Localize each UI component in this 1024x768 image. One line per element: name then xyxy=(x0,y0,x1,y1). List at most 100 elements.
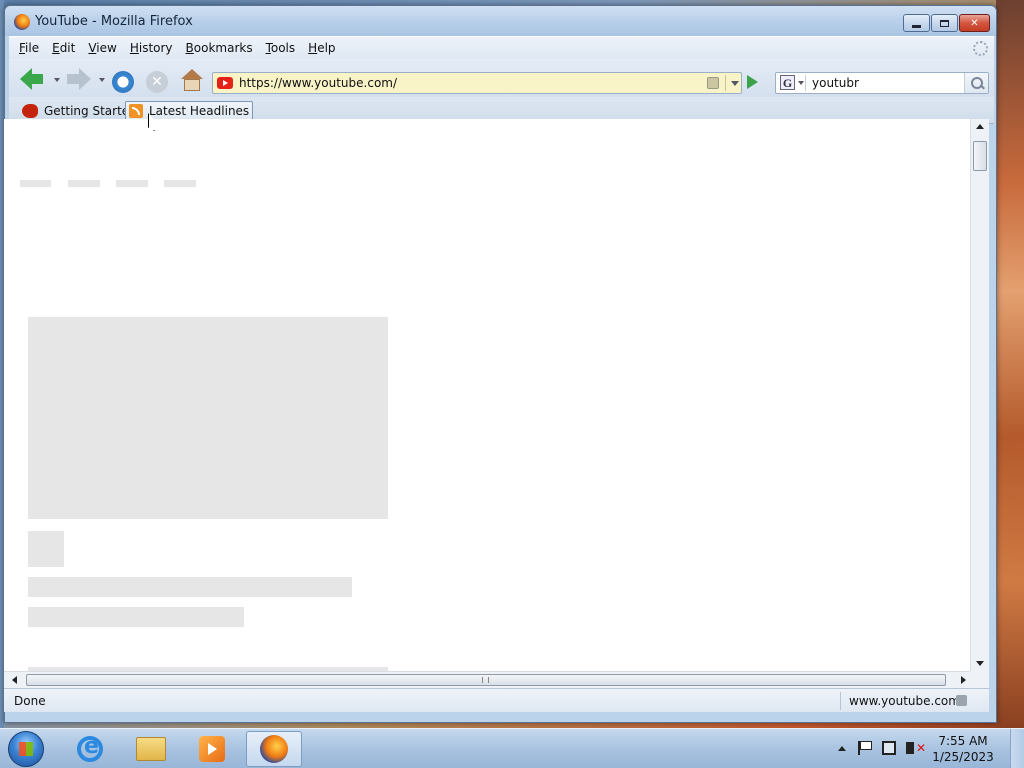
menu-bar: File Edit View History Bookmarks Tools H… xyxy=(9,36,994,59)
search-box[interactable]: G youtubr xyxy=(775,72,989,94)
menu-bookmarks-label: ookmarks xyxy=(193,41,253,55)
padlock-icon[interactable] xyxy=(956,695,967,706)
volume-icon[interactable] xyxy=(906,742,914,754)
grip-icon xyxy=(482,677,489,683)
menu-history-accel: H xyxy=(129,41,139,55)
throbber-icon xyxy=(973,41,988,56)
menu-tools[interactable]: Tools xyxy=(266,41,296,55)
go-button[interactable] xyxy=(747,75,758,89)
taskbar-internet-explorer[interactable] xyxy=(62,731,118,767)
menu-view[interactable]: View xyxy=(88,41,116,55)
stop-icon: ✕ xyxy=(151,74,163,90)
show-hidden-icons[interactable] xyxy=(838,746,846,751)
bookmark-getting-started[interactable]: Getting Started xyxy=(19,101,140,121)
vertical-scrollbar[interactable] xyxy=(970,119,989,671)
close-button[interactable]: ✕ xyxy=(959,14,990,32)
clock[interactable]: 7:55 AM 1/25/2023 xyxy=(930,733,996,765)
skeleton-meta-line xyxy=(28,607,244,627)
windows-media-player-icon xyxy=(199,736,225,762)
navigation-toolbar: ✕ https://www.youtube.com/ G youtubr xyxy=(9,59,994,97)
menu-edit[interactable]: Edit xyxy=(52,41,75,55)
menu-bookmarks-accel: B xyxy=(185,41,194,55)
scroll-down-icon[interactable] xyxy=(976,661,984,666)
url-input[interactable]: https://www.youtube.com/ xyxy=(239,76,397,90)
forward-arrow-icon xyxy=(79,68,91,90)
menu-view-label: iew xyxy=(96,41,117,55)
back-button[interactable] xyxy=(19,68,45,90)
bookmark-label: Getting Started xyxy=(44,104,137,118)
skeleton-nav-item xyxy=(20,180,51,187)
vertical-scroll-thumb[interactable] xyxy=(973,141,987,171)
show-desktop-button[interactable] xyxy=(1010,729,1024,768)
scroll-left-icon[interactable] xyxy=(12,676,17,684)
menu-edit-label: dit xyxy=(59,41,76,55)
minimize-icon xyxy=(912,24,921,28)
stop-button[interactable]: ✕ xyxy=(146,71,168,93)
action-center-flag-icon[interactable] xyxy=(858,741,872,755)
skeleton-nav-item xyxy=(164,180,196,187)
window-title: YouTube - Mozilla Firefox xyxy=(35,14,193,29)
menu-history-label: istory xyxy=(138,41,173,55)
search-engine-selector[interactable]: G xyxy=(778,75,806,91)
skeleton-nav-item xyxy=(116,180,148,187)
system-tray: ✕ 7:55 AM 1/25/2023 xyxy=(834,729,1024,768)
back-history-dropdown[interactable] xyxy=(54,78,60,82)
home-button[interactable] xyxy=(181,69,203,93)
menu-file[interactable]: File xyxy=(19,41,39,55)
taskbar: ✕ 7:55 AM 1/25/2023 xyxy=(0,728,1024,768)
page-content[interactable] xyxy=(4,119,970,671)
title-bar[interactable]: YouTube - Mozilla Firefox ✕ xyxy=(5,6,996,36)
scrollbar-corner xyxy=(970,671,989,688)
clock-time: 7:55 AM xyxy=(938,734,988,748)
google-icon: G xyxy=(780,75,795,90)
bookmark-label: Latest Headlines xyxy=(149,104,250,118)
menu-tools-label: ools xyxy=(270,41,296,55)
skeleton-title-line xyxy=(28,577,352,597)
windows-explorer-icon xyxy=(136,737,166,761)
firefox-icon xyxy=(260,735,288,763)
maximize-button[interactable] xyxy=(931,14,958,32)
menu-help-accel: H xyxy=(308,41,318,55)
maximize-icon xyxy=(940,19,949,27)
start-button[interactable] xyxy=(8,731,44,767)
firefox-getting-started-icon xyxy=(22,104,38,118)
firefox-icon xyxy=(14,14,30,30)
menu-bookmarks[interactable]: Bookmarks xyxy=(186,41,253,55)
search-input[interactable]: youtubr xyxy=(812,76,859,90)
taskbar-windows-explorer[interactable] xyxy=(123,731,179,767)
menu-help[interactable]: Help xyxy=(308,41,335,55)
reload-button[interactable] xyxy=(112,71,134,93)
forward-button[interactable] xyxy=(66,68,92,90)
site-identity-icon[interactable] xyxy=(707,77,719,89)
minimize-button[interactable] xyxy=(903,14,930,32)
scroll-up-icon[interactable] xyxy=(976,124,984,129)
horizontal-scrollbar[interactable] xyxy=(4,671,970,688)
clock-date: 1/25/2023 xyxy=(932,750,994,764)
bookmark-latest-headlines[interactable]: Latest Headlines xyxy=(125,101,254,121)
scroll-right-icon[interactable] xyxy=(961,676,966,684)
horizontal-scroll-thumb[interactable] xyxy=(26,674,946,686)
status-text: Done xyxy=(14,694,46,708)
network-icon[interactable] xyxy=(882,741,896,755)
status-domain[interactable]: www.youtube.com xyxy=(840,692,960,710)
youtube-favicon-icon xyxy=(217,77,233,89)
rss-feed-icon xyxy=(129,104,143,118)
skeleton-avatar xyxy=(28,531,64,567)
internet-explorer-icon xyxy=(77,734,103,762)
menu-help-label: elp xyxy=(317,41,336,55)
menu-history[interactable]: History xyxy=(130,41,173,55)
search-icon[interactable] xyxy=(964,73,988,93)
close-icon: ✕ xyxy=(970,17,979,29)
skeleton-video-thumbnail xyxy=(28,317,388,519)
menu-file-label: ile xyxy=(25,41,40,55)
skeleton-nav-item xyxy=(68,180,100,187)
status-bar: Done www.youtube.com xyxy=(4,688,989,712)
window-controls: ✕ xyxy=(903,14,990,32)
url-history-dropdown[interactable] xyxy=(725,75,741,91)
taskbar-firefox[interactable] xyxy=(246,731,302,767)
home-icon xyxy=(181,69,203,79)
forward-history-dropdown[interactable] xyxy=(99,78,105,82)
taskbar-media-player[interactable] xyxy=(184,731,240,767)
address-bar[interactable]: https://www.youtube.com/ xyxy=(212,72,742,94)
menu-edit-accel: E xyxy=(52,41,60,55)
